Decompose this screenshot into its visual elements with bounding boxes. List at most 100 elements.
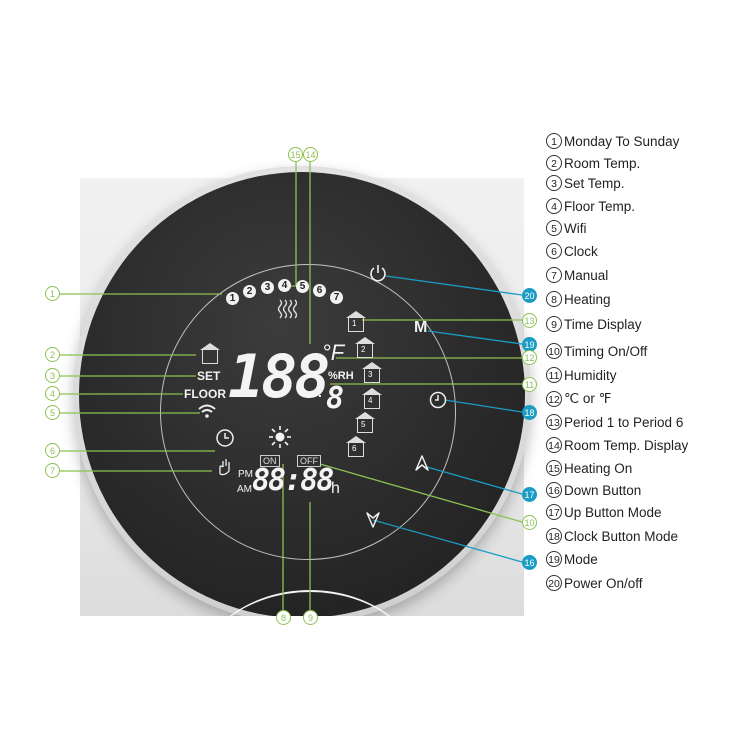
day-6: 6 — [313, 284, 326, 297]
legend-item: 15 Heating On — [546, 460, 632, 476]
legend-label: Down Button — [564, 482, 642, 498]
legend-number: 2 — [546, 155, 562, 171]
day-7: 7 — [330, 291, 343, 304]
legend-number: 11 — [546, 367, 562, 383]
legend-label: Power On/off — [564, 575, 643, 591]
callout-10: 10 — [522, 515, 537, 530]
legend-number: 13 — [546, 414, 562, 430]
callout-6: 6 — [45, 443, 60, 458]
callout-5: 5 — [45, 405, 60, 420]
legend-item: 1 Monday To Sunday — [546, 133, 679, 149]
period-3-icon: 3 — [362, 362, 382, 383]
legend-label: Clock Button Mode — [564, 528, 679, 544]
legend-number: 9 — [546, 316, 562, 332]
legend-label: Period 1 to Period 6 — [564, 414, 684, 430]
legend-number: 15 — [546, 460, 562, 476]
legend-item: 7 Manual — [546, 267, 608, 283]
power-button[interactable] — [368, 263, 388, 283]
legend-label: Clock — [564, 243, 598, 259]
heating-waves-icon — [277, 299, 297, 319]
temp-decimal-digit: 8 — [326, 381, 345, 416]
period-4-icon: 4 — [362, 388, 382, 409]
day-5: 5 — [296, 280, 309, 293]
callout-9: 9 — [303, 610, 318, 625]
legend-item: 13 Period 1 to Period 6 — [546, 414, 683, 430]
legend-label: Up Button Mode — [564, 504, 662, 520]
legend-label: Time Display — [564, 316, 642, 332]
legend-number: 4 — [546, 198, 562, 214]
legend-number: 20 — [546, 575, 562, 591]
legend-item: 19 Mode — [546, 551, 598, 567]
legend-item: 8 Heating — [546, 291, 611, 307]
legend-item: 14 Room Temp. Display — [546, 437, 688, 453]
callout-14: 14 — [303, 147, 318, 162]
page-background — [0, 616, 750, 750]
legend-label: Heating — [564, 291, 611, 307]
callout-7: 7 — [45, 463, 60, 478]
legend-number: 1 — [546, 133, 562, 149]
temperature-unit: °F — [322, 340, 345, 365]
period-1-icon: 1 — [346, 311, 366, 332]
legend-item: 17 Up Button Mode — [546, 504, 662, 520]
legend-item: 20 Power On/off — [546, 575, 643, 591]
legend-number: 8 — [546, 291, 562, 307]
legend-label: Mode — [564, 551, 598, 567]
legend-label: Monday To Sunday — [564, 133, 680, 149]
callout-1: 1 — [45, 286, 60, 301]
legend-item: 12 ℃ or ℉ — [546, 391, 612, 407]
legend-label: Heating On — [564, 460, 633, 476]
down-button[interactable] — [365, 511, 381, 529]
legend-number: 5 — [546, 220, 562, 236]
legend-number: 17 — [546, 504, 562, 520]
legend-item: 9 Time Display — [546, 316, 642, 332]
callout-15: 15 — [288, 147, 303, 162]
set-label: SET — [197, 369, 221, 383]
time-suffix: h — [331, 480, 340, 497]
callout-11: 11 — [522, 377, 537, 392]
legend-item: 2 Room Temp. — [546, 155, 640, 171]
callout-16: 16 — [522, 555, 537, 570]
legend-number: 12 — [546, 391, 562, 407]
legend-label: Wifi — [564, 220, 587, 236]
legend-number: 6 — [546, 243, 562, 259]
legend-label: Set Temp. — [564, 175, 625, 191]
pm-label: PM — [238, 469, 253, 480]
legend-item: 3 Set Temp. — [546, 175, 625, 191]
day-3: 3 — [261, 281, 274, 294]
legend-label: Humidity — [564, 367, 617, 383]
legend-item: 6 Clock — [546, 243, 598, 259]
legend-number: 7 — [546, 267, 562, 283]
legend-number: 19 — [546, 551, 562, 567]
callout-17: 17 — [522, 487, 537, 502]
callout-8: 8 — [276, 610, 291, 625]
callout-13: 13 — [522, 313, 537, 328]
humidity-label: %RH — [328, 370, 354, 382]
legend-item: 16 Down Button — [546, 482, 641, 498]
room-temp-display: 188 — [228, 342, 330, 412]
time-display: 88:88 — [252, 463, 334, 498]
up-button[interactable] — [414, 454, 430, 472]
floor-label: FLOOR — [184, 387, 226, 401]
mode-button[interactable]: M — [414, 319, 427, 337]
callout-18: 18 — [522, 405, 537, 420]
manual-hand-icon — [219, 459, 230, 476]
heating-sun-icon — [269, 426, 291, 448]
legend-item: 18 Clock Button Mode — [546, 528, 678, 544]
legend-number: 3 — [546, 175, 562, 191]
room-temp-house-icon — [200, 343, 220, 364]
wifi-icon — [198, 404, 216, 418]
legend-item: 5 Wifi — [546, 220, 587, 236]
clock-button[interactable] — [428, 390, 448, 410]
legend-number: 18 — [546, 528, 562, 544]
day-4: 4 — [278, 279, 291, 292]
legend-label: Floor Temp. — [564, 198, 636, 214]
legend-item: 4 Floor Temp. — [546, 198, 635, 214]
am-label: AM — [237, 484, 252, 495]
period-2-icon: 2 — [355, 337, 375, 358]
clock-icon — [216, 429, 234, 447]
callout-4: 4 — [45, 386, 60, 401]
callout-20: 20 — [522, 288, 537, 303]
legend-number: 14 — [546, 437, 562, 453]
day-1: 1 — [226, 292, 239, 305]
legend-item: 10 Timing On/Off — [546, 343, 647, 359]
